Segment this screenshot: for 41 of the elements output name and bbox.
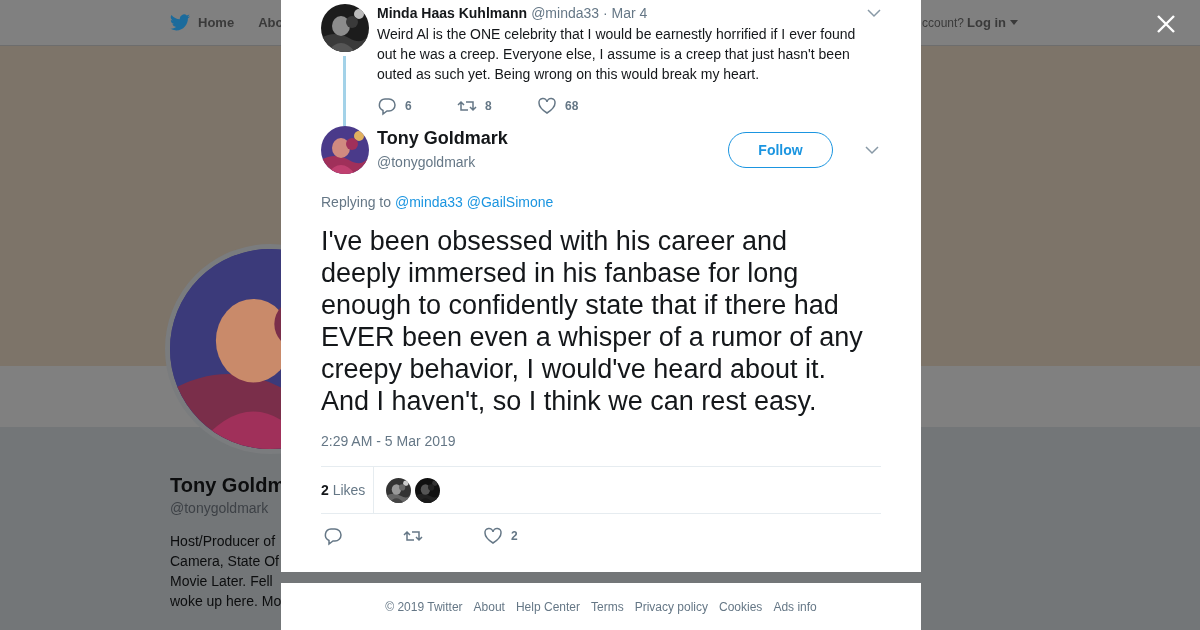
mention-link[interactable]: @GailSimone xyxy=(466,194,554,210)
caret-icon xyxy=(1010,20,1018,25)
heart-icon[interactable] xyxy=(537,96,557,116)
footer-link[interactable]: About xyxy=(473,597,505,616)
copyright-text: © 2019 Twitter xyxy=(385,598,463,616)
action-count: 6 xyxy=(405,98,412,115)
follow-button[interactable]: Follow xyxy=(728,132,833,168)
action-count: 8 xyxy=(485,98,492,115)
bird-icon xyxy=(170,14,190,31)
footer-link[interactable]: Ads info xyxy=(773,597,817,616)
thread-line xyxy=(343,56,346,126)
author-handle: @tonygoldmark xyxy=(377,153,477,172)
footer-link[interactable]: Terms xyxy=(591,597,624,616)
reply-icon[interactable] xyxy=(377,96,397,116)
replying-to-line: Replying to @minda33 @GailSimone xyxy=(321,193,555,212)
login-link[interactable]: Log in xyxy=(967,12,1018,33)
close-icon[interactable] xyxy=(1156,14,1176,34)
author-name: Tony Goldmark xyxy=(377,127,509,149)
bio-text: Movie Later. Fell xyxy=(170,572,273,591)
tweet-text: I've been obsessed with his career and deeply immersed in his fanbase for long enough to confidently state that if there had EVER been even a whisper of a rumor of any creepy behavior, I would've heard about it. And I haven't, so I think we can rest easy. xyxy=(321,225,864,417)
tweet-timestamp: 2:29 AM - 5 Mar 2019 xyxy=(321,432,457,451)
action-count: 68 xyxy=(565,98,579,115)
footer-link[interactable]: Privacy policy xyxy=(634,597,708,616)
author-name: Minda Haas Kuhlmann xyxy=(377,4,528,23)
account-prompt: ccount? xyxy=(921,14,964,32)
reply-icon[interactable] xyxy=(323,526,343,546)
footer-link[interactable]: Cookies xyxy=(719,597,763,616)
tweet-date: · Mar 4 xyxy=(603,4,648,23)
action-count: 2 xyxy=(511,528,518,545)
bio-text: woke up here. Mo xyxy=(170,592,282,611)
home-link[interactable]: Home xyxy=(170,12,235,33)
heart-icon[interactable] xyxy=(483,526,503,546)
author-handle: @minda33 xyxy=(531,4,600,23)
chevron-icon[interactable] xyxy=(865,145,879,155)
mention-link[interactable]: @minda33 xyxy=(394,194,463,210)
chevron-icon[interactable] xyxy=(867,9,881,18)
bio-text: Camera, State Of xyxy=(170,552,279,571)
tweet-text: Weird Al is the ONE celebrity that I would be earnestly horrified if I ever found out he was a creep. Everyone else, I assume is a creep that just hasn't been outed as such yet. Being wrong on this would break my heart. xyxy=(377,25,857,84)
bio-text: Host/Producer of xyxy=(170,532,276,551)
footer-link[interactable]: Help Center xyxy=(515,597,580,616)
likes-count[interactable]: 2 Likes xyxy=(321,479,366,501)
